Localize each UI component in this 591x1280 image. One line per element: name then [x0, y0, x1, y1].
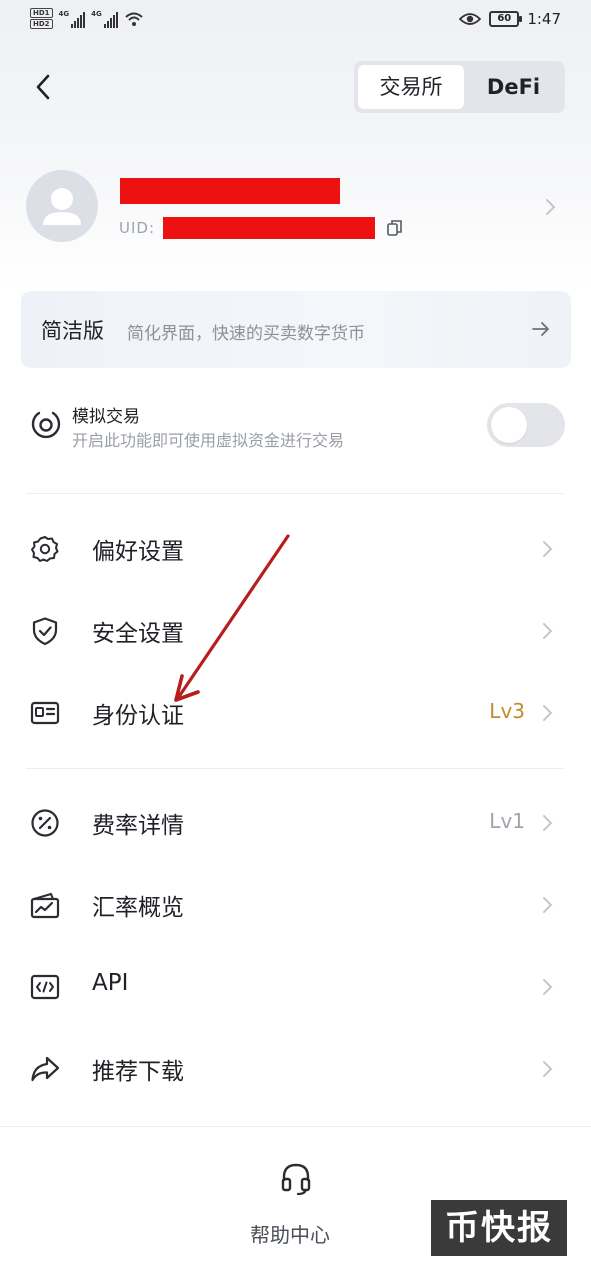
chevron-right-icon[interactable] — [543, 197, 557, 217]
id-card-icon — [30, 701, 60, 725]
toggle-knob — [491, 407, 527, 443]
mode-switch: 交易所 DeFi — [354, 61, 565, 113]
verification-level: Lv3 — [489, 699, 525, 723]
uid-redacted — [163, 217, 375, 239]
simulated-trading-icon — [31, 411, 61, 439]
user-icon — [43, 188, 81, 225]
simulated-trading-title: 模拟交易 — [72, 407, 140, 427]
back-button[interactable] — [28, 70, 62, 104]
menu-item-exchange-rates[interactable]: 汇率概览 — [0, 870, 591, 940]
signal-icon: 4G — [91, 10, 118, 28]
simulated-trading-toggle[interactable] — [487, 403, 565, 447]
wifi-icon — [125, 12, 143, 26]
divider — [26, 768, 564, 769]
annotation-arrow — [174, 534, 290, 702]
simulated-trading-description: 开启此功能即可使用虚拟资金进行交易 — [72, 431, 345, 450]
clock: 1:47 — [527, 10, 561, 28]
chevron-right-icon — [543, 979, 553, 995]
divider — [26, 493, 564, 494]
help-center-button[interactable]: 帮助中心 — [250, 1219, 330, 1248]
header-background — [0, 0, 591, 290]
menu-item-api[interactable]: API — [0, 952, 591, 1022]
status-bar: HD1 HD2 4G 4G 60 1:47 — [0, 0, 591, 42]
fee-level: Lv1 — [489, 809, 525, 833]
divider — [0, 1126, 591, 1127]
avatar[interactable] — [26, 170, 98, 242]
shield-icon — [32, 617, 58, 646]
chevron-right-icon — [543, 897, 553, 913]
arrow-right-icon — [532, 322, 549, 336]
eye-icon — [459, 13, 482, 25]
username-redacted — [120, 178, 340, 204]
menu-item-label: 汇率概览 — [92, 895, 184, 921]
chevron-right-icon — [543, 541, 553, 557]
share-icon — [31, 1056, 60, 1082]
tab-exchange[interactable]: 交易所 — [358, 65, 464, 109]
copy-icon[interactable] — [387, 219, 403, 237]
simple-version-description: 简化界面，快速的买卖数字货币 — [127, 324, 365, 344]
battery-indicator: 60 — [489, 11, 523, 27]
chevron-right-icon — [543, 815, 553, 831]
menu-item-referral-download[interactable]: 推荐下载 — [0, 1034, 591, 1104]
uid-label: UID: — [119, 219, 156, 237]
menu-item-label: API — [92, 970, 129, 996]
wallet-chart-icon — [30, 893, 60, 919]
menu-item-label: 费率详情 — [92, 813, 184, 839]
chevron-right-icon — [543, 705, 553, 721]
chevron-right-icon — [543, 623, 553, 639]
menu-item-label: 推荐下载 — [92, 1059, 184, 1085]
tab-defi[interactable]: DeFi — [466, 65, 561, 109]
gear-icon — [31, 536, 59, 562]
chevron-right-icon — [543, 1061, 553, 1077]
menu-item-fee-details[interactable]: 费率详情 Lv1 — [0, 788, 591, 858]
code-icon — [30, 974, 60, 1000]
headset-icon[interactable] — [279, 1161, 313, 1197]
simple-version-title: 简洁版 — [41, 319, 104, 343]
watermark: 币快报 — [431, 1200, 567, 1256]
chevron-left-icon — [36, 74, 50, 100]
percent-icon — [31, 809, 59, 837]
simple-version-card[interactable]: 简洁版 简化界面，快速的买卖数字货币 — [21, 291, 571, 368]
hd-indicator: HD1 HD2 — [30, 8, 53, 29]
signal-icon: 4G — [59, 10, 86, 28]
